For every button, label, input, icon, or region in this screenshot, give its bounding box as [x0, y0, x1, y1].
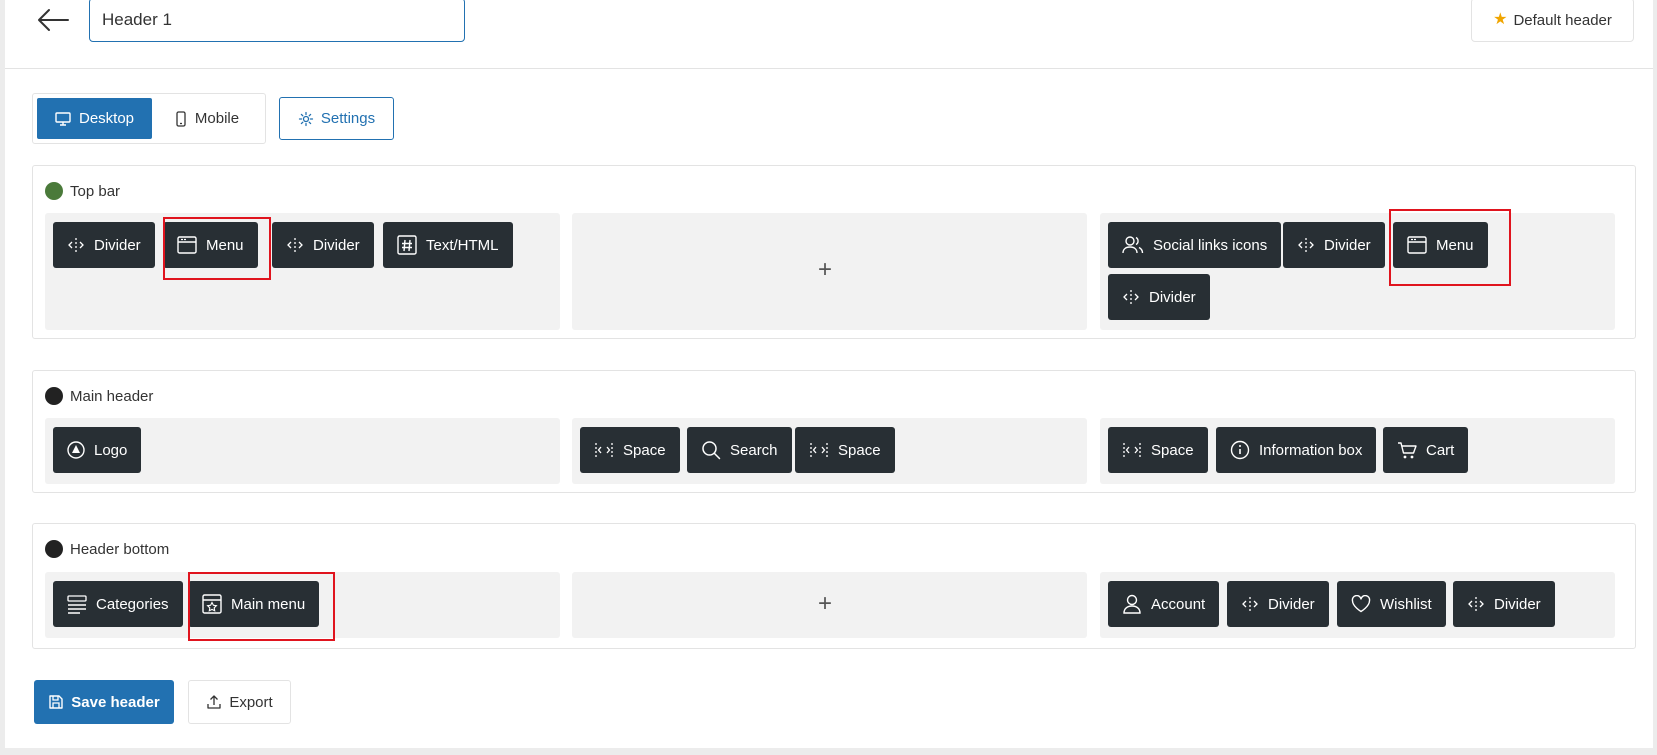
- status-dot: [45, 387, 63, 405]
- element-cart[interactable]: Cart: [1383, 427, 1469, 473]
- element-logo[interactable]: Logo: [53, 427, 142, 473]
- gear-icon: [298, 111, 314, 126]
- element-space[interactable]: Space: [1108, 427, 1208, 473]
- default-header-button[interactable]: ★ Default header: [1471, 0, 1634, 42]
- header-builder-page: ★ Default header Desktop Mobile Settings…: [5, 0, 1653, 748]
- element-label: Divider: [1494, 595, 1541, 613]
- element-label: Logo: [94, 441, 128, 459]
- desktop-tab-label: Desktop: [78, 110, 135, 127]
- section-title: Header bottom: [45, 540, 169, 558]
- default-header-label: Default header: [1513, 11, 1612, 29]
- section-title-label: Header bottom: [70, 540, 170, 558]
- mobile-tab-label: Mobile: [194, 110, 240, 127]
- element-space[interactable]: Space: [795, 427, 895, 473]
- section-title: Top bar: [45, 182, 120, 200]
- element-information-box[interactable]: Information box: [1216, 427, 1377, 473]
- save-header-label: Save header: [71, 693, 160, 711]
- element-label: Space: [838, 441, 881, 459]
- divider-icon: [1298, 238, 1314, 252]
- divider-icon: [1242, 597, 1258, 611]
- element-label: Divider: [313, 236, 360, 254]
- add-element-icon[interactable]: +: [818, 258, 832, 282]
- element-divider[interactable]: Divider: [272, 222, 374, 268]
- categories-icon: [67, 595, 87, 614]
- element-label: Divider: [94, 236, 141, 254]
- element-account[interactable]: Account: [1108, 581, 1220, 627]
- element-label: Divider: [1324, 236, 1371, 254]
- section-header-bottom: Header bottom + Categories Main menu Acc…: [32, 523, 1636, 649]
- save-icon: [49, 695, 63, 709]
- highlight-box: [188, 572, 335, 641]
- settings-button[interactable]: Settings: [279, 97, 394, 140]
- section-title-label: Main header: [70, 387, 154, 405]
- element-social-links[interactable]: Social links icons: [1108, 222, 1282, 268]
- element-label: Search: [730, 441, 778, 459]
- heart-icon: [1351, 595, 1371, 613]
- desktop-tab[interactable]: Desktop: [37, 98, 152, 139]
- divider-icon: [1123, 290, 1139, 304]
- element-label: Wishlist: [1380, 595, 1432, 613]
- settings-label: Settings: [320, 110, 376, 127]
- element-divider[interactable]: Divider: [1227, 581, 1329, 627]
- highlight-box: [1389, 209, 1511, 286]
- column-center[interactable]: +: [572, 213, 1087, 330]
- element-label: Space: [1151, 441, 1194, 459]
- back-arrow-icon[interactable]: [35, 5, 71, 35]
- divider-icon: [287, 238, 303, 252]
- cart-icon: [1398, 442, 1417, 459]
- element-label: Information box: [1259, 441, 1363, 459]
- element-label: Space: [623, 441, 666, 459]
- space-icon: [1123, 443, 1141, 457]
- column-center[interactable]: +: [572, 572, 1087, 638]
- element-label: Social links icons: [1153, 236, 1268, 254]
- element-space[interactable]: Space: [580, 427, 680, 473]
- search-icon: [702, 441, 721, 460]
- section-title-label: Top bar: [70, 182, 121, 200]
- element-label: Divider: [1149, 288, 1196, 306]
- highlight-box: [163, 217, 271, 280]
- device-switcher: Desktop Mobile: [32, 93, 266, 144]
- element-search[interactable]: Search: [687, 427, 792, 473]
- export-icon: [207, 695, 221, 709]
- add-element-icon[interactable]: +: [818, 592, 832, 616]
- element-divider[interactable]: Divider: [1108, 274, 1210, 320]
- status-dot: [45, 540, 63, 558]
- mobile-tab[interactable]: Mobile: [152, 98, 262, 139]
- element-text-html[interactable]: Text/HTML: [383, 222, 513, 268]
- space-icon: [595, 443, 613, 457]
- element-divider[interactable]: Divider: [1283, 222, 1385, 268]
- logo-icon: [67, 441, 85, 459]
- builder-toolbar: ★ Default header: [5, 0, 1653, 69]
- element-label: Cart: [1426, 441, 1455, 459]
- element-label: Text/HTML: [426, 236, 499, 254]
- element-wishlist[interactable]: Wishlist: [1337, 581, 1446, 627]
- status-dot: [45, 182, 63, 200]
- star-icon: ★: [1493, 11, 1508, 28]
- desktop-icon: [55, 111, 71, 126]
- space-icon: [810, 443, 828, 457]
- element-categories[interactable]: Categories: [53, 581, 183, 627]
- divider-icon: [68, 238, 84, 252]
- save-header-button[interactable]: Save header: [34, 680, 174, 724]
- section-main-header: Main header Logo Space Search Space Spac…: [32, 370, 1636, 493]
- element-label: Categories: [96, 595, 169, 613]
- export-button[interactable]: Export: [188, 680, 291, 724]
- user-icon: [1123, 594, 1141, 614]
- element-divider[interactable]: Divider: [1453, 581, 1555, 627]
- element-divider[interactable]: Divider: [53, 222, 155, 268]
- info-icon: [1230, 440, 1250, 460]
- element-label: Account: [1151, 595, 1206, 613]
- header-name-input[interactable]: [89, 0, 465, 42]
- section-top-bar: Top bar + Divider Menu Divider Text/HTML…: [32, 165, 1636, 339]
- section-title: Main header: [45, 387, 153, 405]
- element-label: Divider: [1268, 595, 1315, 613]
- mobile-icon: [176, 110, 186, 127]
- hashtag-icon: [397, 235, 417, 255]
- export-label: Export: [229, 693, 273, 711]
- users-icon: [1122, 236, 1144, 254]
- divider-icon: [1468, 597, 1484, 611]
